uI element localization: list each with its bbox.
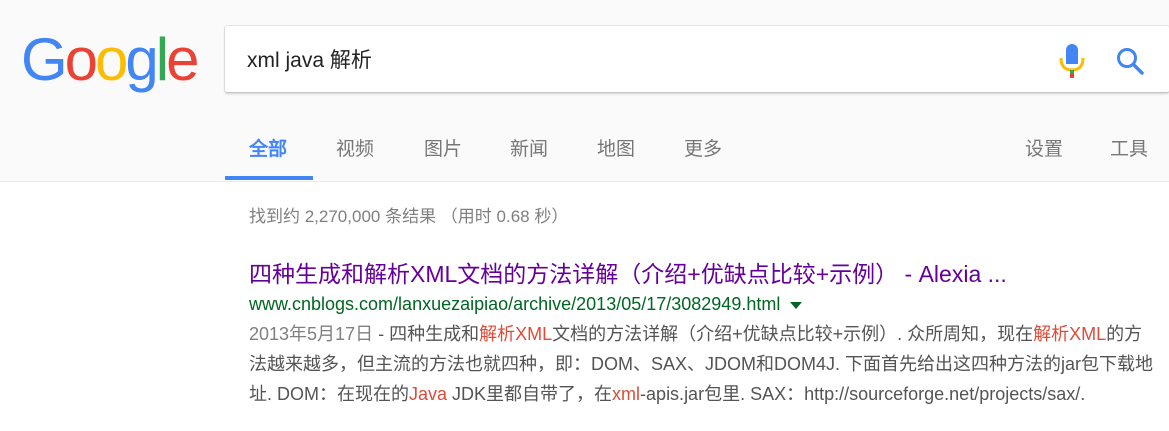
- snippet-segment: - 四种生成和: [373, 324, 480, 344]
- snippet-highlight: XML: [515, 324, 553, 344]
- google-logo[interactable]: Google: [21, 24, 200, 96]
- search-input[interactable]: [247, 44, 1027, 74]
- tab-more[interactable]: 更多: [684, 134, 722, 161]
- active-tab-indicator: [225, 176, 313, 180]
- search-box: [225, 26, 1169, 92]
- result-date: 2013年5月17日: [249, 324, 374, 344]
- snippet-highlight: 解析: [479, 324, 516, 344]
- logo-letter: o: [64, 26, 98, 93]
- magnifier-icon[interactable]: [1115, 46, 1145, 76]
- result-title-link[interactable]: 四种生成和解析XML文档的方法详解（介绍+优缺点比较+示例） - Alexia …: [249, 258, 1154, 290]
- tab-news[interactable]: 新闻: [510, 134, 548, 161]
- snippet-highlight: Java: [409, 384, 448, 404]
- snippet-highlight: XML: [1069, 324, 1107, 344]
- snippet-text: - 四种生成和解析XML文档的方法详解（介绍+优缺点比较+示例）. 众所周知，现…: [249, 324, 1153, 404]
- snippet-segment: 文档的方法详解（介绍+优缺点比较+示例）. 众所周知，现在: [552, 324, 1034, 344]
- result-stats: 找到约 2,270,000 条结果 （用时 0.68 秒）: [249, 207, 569, 226]
- settings-link[interactable]: 设置: [1025, 134, 1063, 161]
- tab-maps[interactable]: 地图: [597, 134, 635, 161]
- url-dropdown-caret-icon[interactable]: [790, 302, 803, 310]
- snippet-highlight: xml: [612, 384, 641, 404]
- tab-all[interactable]: 全部: [249, 134, 287, 161]
- logo-letter: G: [21, 26, 68, 93]
- microphone-icon[interactable]: [1057, 43, 1087, 79]
- logo-letter: g: [125, 26, 158, 93]
- logo-letter: l: [155, 26, 169, 93]
- result-url-row: www.cnblogs.com/lanxuezaipiao/archive/20…: [249, 292, 1154, 316]
- logo-letter: e: [166, 26, 199, 93]
- search-result: 四种生成和解析XML文档的方法详解（介绍+优缺点比较+示例） - Alexia …: [249, 258, 1154, 409]
- snippet-highlight: 解析: [1033, 324, 1070, 344]
- snippet-segment: -apis.jar包里. SAX：http://sourceforge.net/…: [640, 384, 1086, 404]
- result-url[interactable]: www.cnblogs.com/lanxuezaipiao/archive/20…: [249, 294, 780, 314]
- tab-images[interactable]: 图片: [424, 134, 462, 161]
- tools-link[interactable]: 工具: [1110, 134, 1148, 161]
- header-bar: Google 全部 视频 图片 新闻 地图 更多 设置 工具: [0, 0, 1169, 182]
- tab-videos[interactable]: 视频: [336, 134, 374, 161]
- logo-letter: o: [95, 26, 128, 93]
- search-tabs: 全部 视频 图片 新闻 地图 更多 设置 工具: [0, 120, 1169, 181]
- snippet-segment: JDK里都自带了，在: [447, 384, 613, 404]
- result-snippet: 2013年5月17日 - 四种生成和解析XML文档的方法详解（介绍+优缺点比较+…: [249, 319, 1154, 409]
